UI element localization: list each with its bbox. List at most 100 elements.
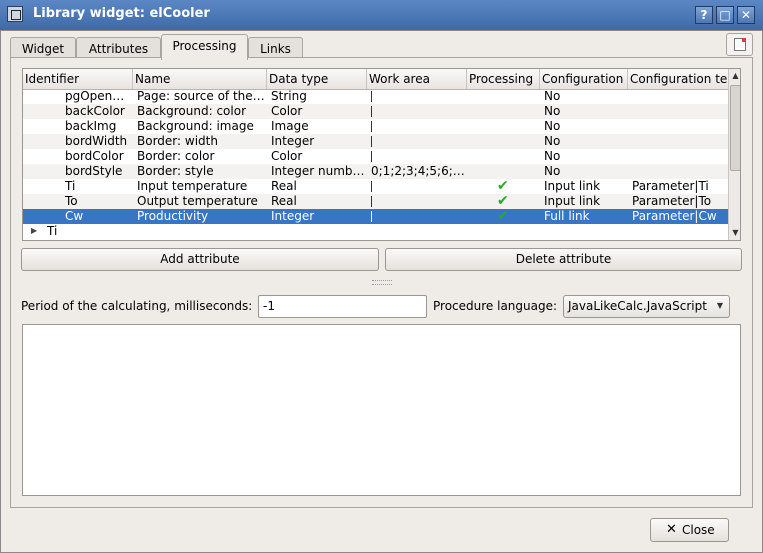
cell-config: Input link bbox=[544, 179, 601, 193]
cell-conftext bbox=[628, 149, 728, 164]
splitter-handle[interactable] bbox=[372, 280, 392, 285]
cell-config: Input link bbox=[544, 194, 601, 208]
cell-conftext bbox=[628, 104, 728, 119]
cell-config: No bbox=[544, 134, 561, 148]
tree-item-label: Ti bbox=[47, 224, 58, 238]
tree-item[interactable]: ▶ Ti bbox=[23, 223, 728, 239]
cell-processing bbox=[467, 149, 540, 164]
table-scrollbar[interactable]: ▲ ▼ bbox=[728, 69, 740, 240]
table-row[interactable]: backImg Background: image Image No bbox=[23, 119, 728, 134]
text-cursor-mark bbox=[371, 151, 372, 162]
col-name[interactable]: Name bbox=[133, 69, 267, 89]
window-title: Library widget: elCooler bbox=[33, 6, 210, 21]
cell-work-area bbox=[367, 89, 467, 104]
table-header: Identifier Name Data type Work area Proc… bbox=[23, 69, 728, 90]
table-row[interactable]: bordStyle Border: style Integer numb… 0;1;2… bbox=[23, 164, 728, 179]
text-cursor-mark bbox=[371, 91, 372, 102]
cell-type: Integer bbox=[271, 209, 315, 223]
cell-conftext bbox=[628, 134, 728, 149]
cell-config: No bbox=[544, 164, 561, 178]
cell-work-area bbox=[367, 209, 467, 224]
cell-name: Page: source of the… bbox=[137, 89, 265, 103]
col-identifier[interactable]: Identifier bbox=[23, 69, 133, 89]
cell-name: Background: image bbox=[137, 119, 254, 133]
help-button[interactable]: ? bbox=[695, 6, 713, 24]
cell-processing bbox=[467, 89, 540, 104]
attributes-table: Identifier Name Data type Work area Proc… bbox=[22, 68, 741, 241]
cell-id: bordWidth bbox=[65, 134, 128, 148]
cell-work-area bbox=[367, 179, 467, 194]
check-icon: ✔ bbox=[497, 194, 509, 209]
table-row[interactable]: bordColor Border: color Color No bbox=[23, 149, 728, 164]
tab-links[interactable]: Links bbox=[248, 37, 303, 59]
col-work-area[interactable]: Work area bbox=[367, 69, 467, 89]
text-cursor-mark bbox=[371, 136, 372, 147]
cell-conftext bbox=[628, 89, 728, 104]
table-row[interactable]: bordWidth Border: width Integer No bbox=[23, 134, 728, 149]
cell-name: Border: style bbox=[137, 164, 214, 178]
cell-processing bbox=[467, 134, 540, 149]
cell-id: Cw bbox=[65, 209, 84, 223]
cell-conftext: Parameter|To bbox=[632, 194, 712, 208]
cell-conftext bbox=[628, 119, 728, 134]
col-configuration[interactable]: Configuration bbox=[540, 69, 628, 89]
col-configuration-text[interactable]: Configuration te bbox=[628, 69, 728, 89]
cell-id: backImg bbox=[65, 119, 117, 133]
cell-type: String bbox=[271, 89, 307, 103]
scroll-up-icon[interactable]: ▲ bbox=[729, 69, 740, 83]
delete-attribute-button[interactable]: Delete attribute bbox=[385, 248, 742, 271]
cell-work-area: 0;1;2;3;4;5;6;… bbox=[371, 164, 465, 178]
document-icon bbox=[734, 38, 746, 51]
window-close-button[interactable]: ✕ bbox=[737, 6, 755, 24]
cell-processing: ✔ bbox=[467, 209, 540, 224]
cell-name: Output temperature bbox=[137, 194, 258, 208]
tab-attributes[interactable]: Attributes bbox=[76, 37, 161, 59]
close-button[interactable]: ✕ Close bbox=[650, 518, 729, 542]
check-icon: ✔ bbox=[497, 209, 509, 224]
scroll-thumb[interactable] bbox=[730, 85, 740, 171]
app-icon bbox=[7, 6, 23, 22]
cell-conftext: Parameter|Cw bbox=[632, 209, 717, 223]
cell-processing bbox=[467, 119, 540, 134]
period-label: Period of the calculating, milliseconds: bbox=[21, 299, 253, 313]
close-button-label: Close bbox=[682, 523, 715, 537]
table-row[interactable]: pgOpen… Page: source of the… String No bbox=[23, 89, 728, 104]
cell-work-area bbox=[367, 119, 467, 134]
scroll-down-icon[interactable]: ▼ bbox=[729, 226, 740, 240]
text-cursor-mark bbox=[371, 106, 372, 117]
cell-type: Color bbox=[271, 104, 303, 118]
tab-processing[interactable]: Processing bbox=[161, 34, 248, 60]
cell-config: Full link bbox=[544, 209, 590, 223]
cell-processing: ✔ bbox=[467, 179, 540, 194]
close-icon: ✕ bbox=[666, 522, 677, 537]
cell-conftext bbox=[628, 164, 728, 179]
cell-work-area bbox=[367, 134, 467, 149]
add-attribute-button[interactable]: Add attribute bbox=[21, 248, 379, 271]
document-button[interactable] bbox=[726, 33, 753, 56]
procedure-text-editor[interactable] bbox=[22, 324, 741, 496]
cell-type: Integer bbox=[271, 134, 315, 148]
tab-widget[interactable]: Widget bbox=[10, 37, 76, 59]
maximize-button[interactable]: □ bbox=[716, 6, 734, 24]
language-select[interactable]: JavaLikeCalc.JavaScript ▼ bbox=[563, 295, 730, 318]
chevron-down-icon: ▼ bbox=[716, 301, 723, 310]
cell-name: Productivity bbox=[137, 209, 209, 223]
expand-arrow-icon[interactable]: ▶ bbox=[31, 223, 37, 239]
cell-config: No bbox=[544, 89, 561, 103]
text-cursor-mark bbox=[371, 196, 372, 207]
table-row[interactable]: Ti Input temperature Real ✔ Input link Parame… bbox=[23, 179, 728, 194]
cell-name: Border: width bbox=[137, 134, 218, 148]
col-data-type[interactable]: Data type bbox=[267, 69, 367, 89]
cell-id: bordColor bbox=[65, 149, 124, 163]
language-label: Procedure language: bbox=[433, 299, 558, 313]
check-icon: ✔ bbox=[497, 179, 509, 194]
period-input[interactable]: -1 bbox=[258, 295, 427, 318]
table-row[interactable]: Cw Productivity Integer ✔ Full link Parameter… bbox=[23, 209, 728, 224]
table-row[interactable]: To Output temperature Real ✔ Input link Param… bbox=[23, 194, 728, 209]
col-processing[interactable]: Processing bbox=[467, 69, 540, 89]
cell-work-area bbox=[367, 194, 467, 209]
cell-type: Color bbox=[271, 149, 303, 163]
table-row[interactable]: backColor Background: color Color No bbox=[23, 104, 728, 119]
cell-processing: ✔ bbox=[467, 194, 540, 209]
cell-type: Integer numb… bbox=[271, 164, 365, 178]
